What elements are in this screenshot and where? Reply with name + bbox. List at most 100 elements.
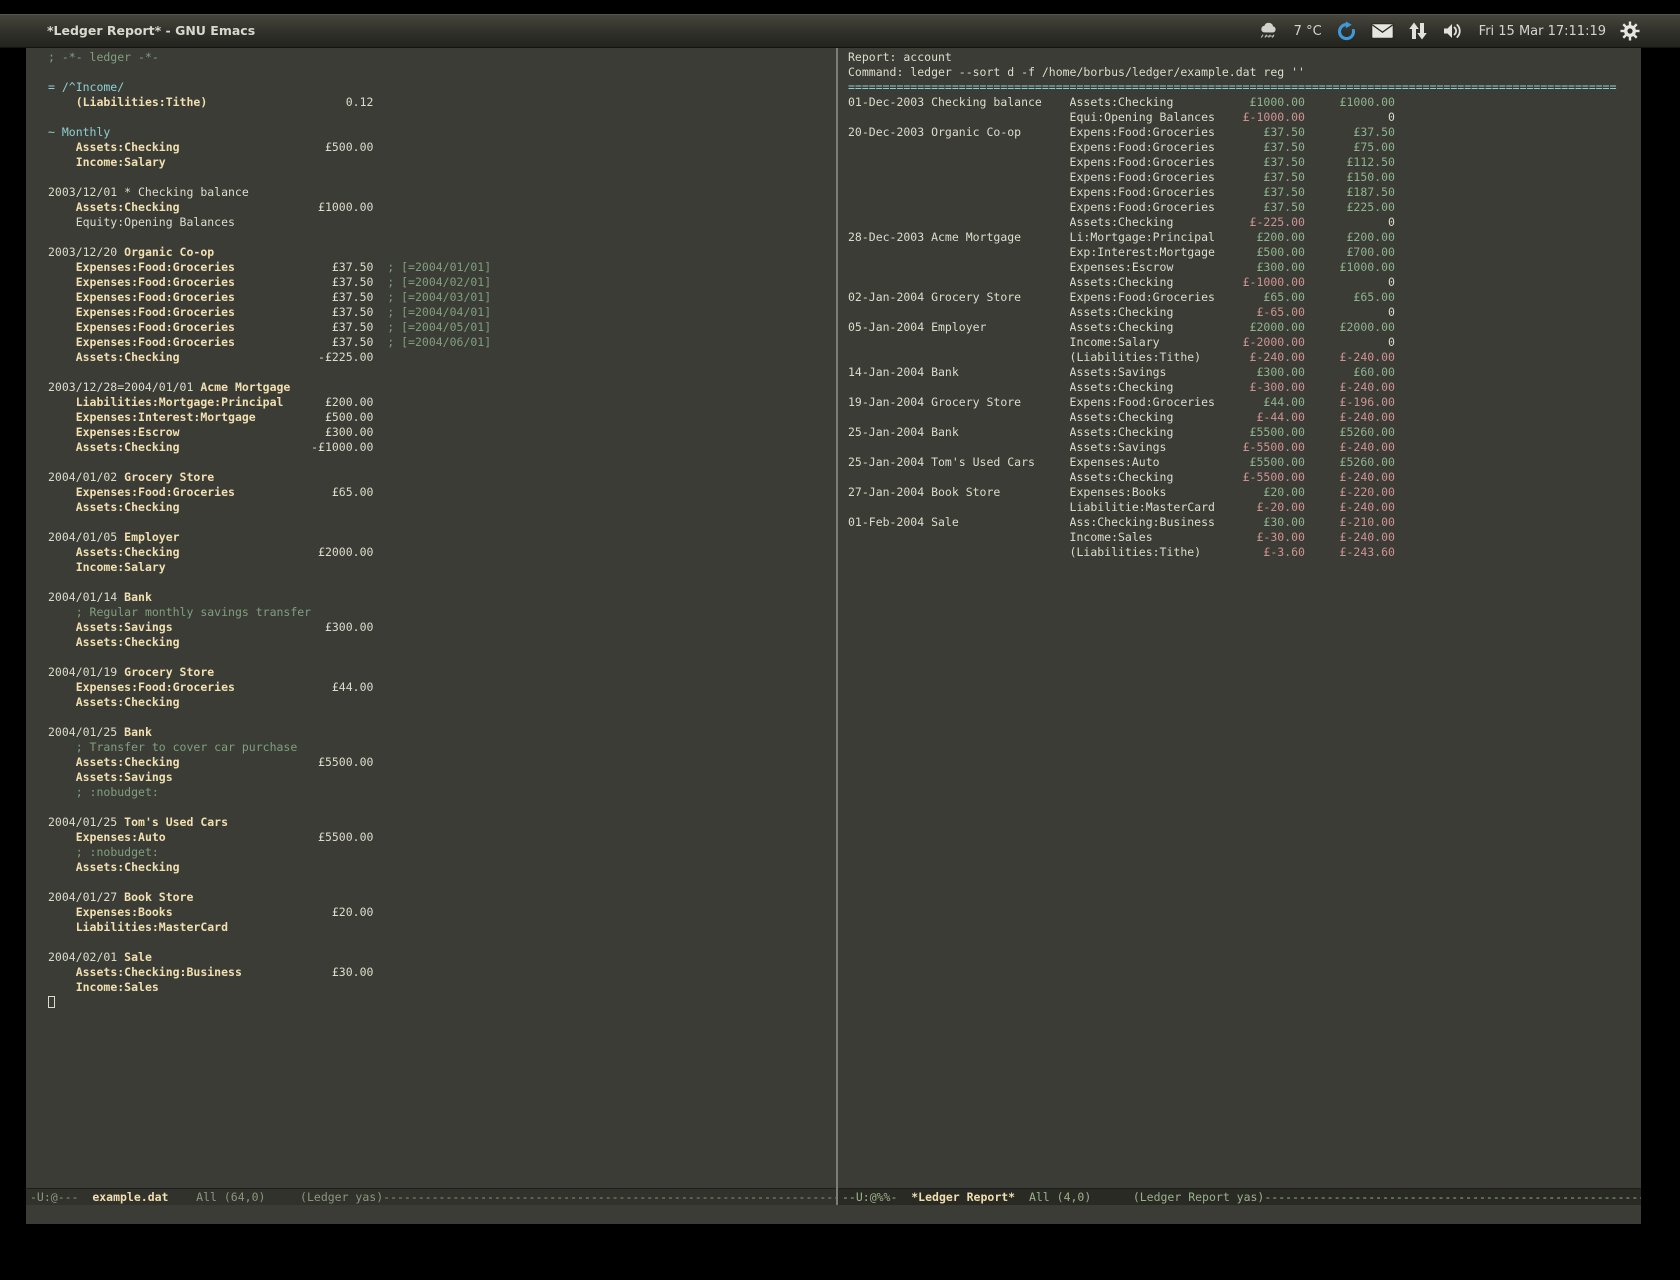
modeline-filler: ----------------------------------------… [383, 1190, 836, 1204]
mail-icon[interactable] [1371, 23, 1394, 39]
buffer-line: 2004/01/05 Employer [48, 530, 836, 545]
buffer-line: 2004/02/01 Sale [48, 950, 836, 965]
buffer-line: 2004/01/25 Bank [48, 725, 836, 740]
window-title: *Ledger Report* - GNU Emacs [47, 15, 255, 47]
modeline-filler: ----------------------------------------… [1264, 1190, 1641, 1204]
modeline-flags: -U:@--- [30, 1190, 92, 1204]
buffer-line: ~ Monthly [48, 125, 836, 140]
register-row: Expens:Food:Groceries£37.50£225.00 [848, 200, 1641, 215]
volume-icon[interactable] [1442, 22, 1465, 40]
buffer-line: 2003/12/20 Organic Co-op [48, 245, 836, 260]
buffer-line [48, 650, 836, 665]
register-row: Income:Salary£-2000.000 [848, 335, 1641, 350]
buffer-line [48, 110, 836, 125]
register-row: Assets:Savings£-5500.00£-240.00 [848, 440, 1641, 455]
buffer-line: 2004/01/14 Bank [48, 590, 836, 605]
echo-area[interactable] [26, 1205, 1641, 1224]
report-command-line: Command: ledger --sort d -f /home/borbus… [848, 65, 1641, 80]
buffer-line: Assets:Checking £5500.00 [48, 755, 836, 770]
register-row: Assets:Checking£-225.000 [848, 215, 1641, 230]
buffer-line [48, 65, 836, 80]
modeline-position: All (64,0) [168, 1190, 300, 1204]
buffer-line: Income:Salary [48, 560, 836, 575]
buffer-line: Liabilities:MasterCard [48, 920, 836, 935]
buffer-line: Expenses:Food:Groceries £37.50 ; [=2004/… [48, 260, 836, 275]
register-row: (Liabilities:Tithe)£-240.00£-240.00 [848, 350, 1641, 365]
buffer-line: 2003/12/01 * Checking balance [48, 185, 836, 200]
buffer-line: Assets:Checking [48, 635, 836, 650]
buffer-line: 2004/01/19 Grocery Store [48, 665, 836, 680]
power-icon[interactable] [1620, 21, 1640, 41]
buffer-line: Expenses:Interest:Mortgage £500.00 [48, 410, 836, 425]
right-buffer: Report: account Command: ledger --sort d… [838, 48, 1641, 1188]
register-rows: 01-Dec-2003 Checking balanceAssets:Check… [848, 95, 1641, 560]
buffer-line [48, 995, 836, 1010]
buffer-line: ; Transfer to cover car purchase [48, 740, 836, 755]
system-tray: 7 °C Fri 15 Mar 17: [1258, 15, 1640, 47]
buffer-line: Assets:Checking £2000.00 [48, 545, 836, 560]
register-row: 25-Jan-2004 BankAssets:Checking£5500.00£… [848, 425, 1641, 440]
buffer-line: ; :nobudget: [48, 845, 836, 860]
buffer-line: Assets:Checking £1000.00 [48, 200, 836, 215]
buffer-line [48, 455, 836, 470]
temperature-label: 7 °C [1294, 24, 1322, 39]
buffer-line: 2004/01/27 Book Store [48, 890, 836, 905]
refresh-icon[interactable] [1336, 21, 1357, 42]
buffer-line: Expenses:Food:Groceries £37.50 ; [=2004/… [48, 305, 836, 320]
buffer-line: Expenses:Food:Groceries £65.00 [48, 485, 836, 500]
buffer-line: Income:Sales [48, 980, 836, 995]
buffer-line [48, 170, 836, 185]
buffer-line [48, 800, 836, 815]
modeline-left[interactable]: -U:@--- example.dat All (64,0) (Ledger y… [26, 1188, 836, 1205]
register-row: Expens:Food:Groceries£37.50£150.00 [848, 170, 1641, 185]
buffer-line [48, 365, 836, 380]
buffer-line [48, 230, 836, 245]
register-row: Assets:Checking£-5500.00£-240.00 [848, 470, 1641, 485]
register-row: Exp:Interest:Mortgage£500.00£700.00 [848, 245, 1641, 260]
register-row: 20-Dec-2003 Organic Co-opExpens:Food:Gro… [848, 125, 1641, 140]
register-row: Income:Sales£-30.00£-240.00 [848, 530, 1641, 545]
buffer-line: Liabilities:Mortgage:Principal £200.00 [48, 395, 836, 410]
report-separator: ========================================… [848, 80, 1641, 95]
buffer-line: ; Regular monthly savings transfer [48, 605, 836, 620]
weather-icon[interactable] [1258, 21, 1280, 41]
modeline-right[interactable]: --U:@%%- *Ledger Report* All (4,0) (Ledg… [838, 1188, 1641, 1205]
buffer-line: Assets:Checking [48, 500, 836, 515]
register-row: Assets:Checking£-65.000 [848, 305, 1641, 320]
register-row: Expens:Food:Groceries£37.50£112.50 [848, 155, 1641, 170]
register-row: 14-Jan-2004 BankAssets:Savings£300.00£60… [848, 365, 1641, 380]
register-row: 27-Jan-2004 Book StoreExpenses:Books£20.… [848, 485, 1641, 500]
ledger-report-window[interactable]: Report: account Command: ledger --sort d… [838, 48, 1641, 1188]
network-arrows-icon[interactable] [1408, 21, 1428, 41]
modeline-major-mode: (Ledger Report yas) [1133, 1190, 1265, 1204]
buffer-line: Income:Salary [48, 155, 836, 170]
buffer-line: ; -*- ledger -*- [48, 50, 836, 65]
buffer-line: Expenses:Food:Groceries £37.50 ; [=2004/… [48, 275, 836, 290]
buffer-line [48, 935, 836, 950]
buffer-line: Assets:Checking:Business £30.00 [48, 965, 836, 980]
buffer-line: Assets:Savings £300.00 [48, 620, 836, 635]
buffer-line: 2004/01/25 Tom's Used Cars [48, 815, 836, 830]
buffer-line: Equity:Opening Balances [48, 215, 836, 230]
modeline-major-mode: (Ledger yas) [300, 1190, 383, 1204]
clock-label[interactable]: Fri 15 Mar 17:11:19 [1479, 24, 1606, 39]
modeline-buffer-name: example.dat [92, 1190, 168, 1204]
buffer-line: = /^Income/ [48, 80, 836, 95]
ledger-file-window[interactable]: ; -*- ledger -*- = /^Income/ (Liabilitie… [26, 48, 836, 1188]
buffer-line: Expenses:Food:Groceries £37.50 ; [=2004/… [48, 320, 836, 335]
buffer-line: 2004/01/02 Grocery Store [48, 470, 836, 485]
modeline-flags: --U:@%%- [842, 1190, 911, 1204]
buffer-line: 2003/12/28=2004/01/01 Acme Mortgage [48, 380, 836, 395]
buffer-line: (Liabilities:Tithe) 0.12 [48, 95, 836, 110]
emacs-frame: ; -*- ledger -*- = /^Income/ (Liabilitie… [26, 48, 1641, 1224]
buffer-line: Expenses:Food:Groceries £37.50 ; [=2004/… [48, 290, 836, 305]
desktop: { "titlebar": { "title": "*Ledger Report… [0, 0, 1680, 1280]
buffer-line: Expenses:Escrow £300.00 [48, 425, 836, 440]
register-row: Liabilitie:MasterCard£-20.00£-240.00 [848, 500, 1641, 515]
register-row: Expens:Food:Groceries£37.50£75.00 [848, 140, 1641, 155]
modeline-position: All (4,0) [1015, 1190, 1133, 1204]
buffer-line [48, 575, 836, 590]
buffer-line [48, 515, 836, 530]
register-row: Assets:Checking£-300.00£-240.00 [848, 380, 1641, 395]
buffer-line: Assets:Checking -£225.00 [48, 350, 836, 365]
